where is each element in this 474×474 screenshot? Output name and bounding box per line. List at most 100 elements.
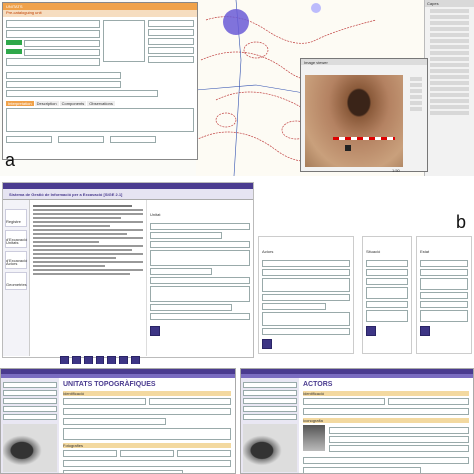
legend-row[interactable] (430, 33, 469, 37)
save-record-button[interactable] (131, 356, 140, 364)
form-field[interactable] (387, 398, 469, 405)
form-field[interactable] (63, 398, 146, 405)
card-button[interactable] (420, 326, 430, 336)
legend-row[interactable] (430, 9, 469, 13)
form-field[interactable] (366, 278, 408, 285)
form-field[interactable] (303, 398, 385, 405)
form-field[interactable] (329, 445, 469, 452)
unit-field[interactable] (58, 136, 104, 143)
unit-field[interactable] (24, 40, 100, 47)
legend-row[interactable] (430, 105, 469, 109)
form-field[interactable] (150, 241, 250, 248)
sidebar-field[interactable] (243, 390, 297, 396)
nav-item-registre[interactable]: Registre d'Excavació (5, 209, 27, 242)
unit-field[interactable] (6, 30, 100, 38)
form-field[interactable] (120, 450, 174, 457)
card-button[interactable] (366, 326, 376, 336)
unit-field[interactable] (6, 136, 52, 143)
form-field[interactable] (262, 278, 350, 292)
thumb-row[interactable] (410, 83, 422, 87)
form-field[interactable] (150, 277, 250, 284)
form-field[interactable] (420, 260, 468, 267)
form-field[interactable] (420, 269, 468, 276)
form-field[interactable] (262, 294, 350, 301)
unit-field[interactable] (110, 136, 156, 143)
sidebar-field[interactable] (243, 398, 297, 404)
sidebar-field[interactable] (243, 382, 297, 388)
legend-row[interactable] (430, 51, 469, 55)
unit-field[interactable] (148, 56, 194, 63)
form-field[interactable] (329, 427, 469, 434)
tab-description[interactable]: Description (34, 101, 59, 106)
form-field[interactable] (420, 278, 468, 290)
form-field[interactable] (303, 457, 469, 464)
first-page-button[interactable] (60, 356, 69, 364)
thumb-row[interactable] (410, 77, 422, 81)
form-field[interactable] (63, 470, 183, 473)
form-field[interactable] (366, 260, 408, 267)
legend-row[interactable] (430, 15, 469, 19)
form-field[interactable] (177, 450, 231, 457)
form-field[interactable] (366, 269, 408, 276)
form-field[interactable] (150, 286, 250, 302)
form-field[interactable] (303, 467, 422, 473)
unit-field[interactable] (6, 72, 121, 79)
form-field[interactable] (329, 436, 469, 443)
unit-field[interactable] (24, 49, 100, 56)
legend-row[interactable] (430, 75, 469, 79)
form-field[interactable] (150, 223, 250, 230)
unit-field[interactable] (148, 47, 194, 54)
thumb-row[interactable] (410, 107, 422, 111)
sidebar-field[interactable] (3, 406, 57, 412)
form-field[interactable] (150, 268, 212, 275)
add-button[interactable] (95, 356, 105, 364)
nav-item-geometries[interactable]: Geometries (5, 272, 27, 290)
legend-row[interactable] (430, 27, 469, 31)
legend-row[interactable] (430, 39, 469, 43)
sidebar-field[interactable] (243, 414, 297, 420)
form-field[interactable] (150, 313, 250, 320)
card-button[interactable] (262, 339, 272, 349)
form-field[interactable] (63, 450, 117, 457)
form-field[interactable] (420, 301, 468, 308)
form-field[interactable] (262, 303, 326, 310)
form-field[interactable] (262, 269, 350, 276)
unit-field[interactable] (6, 58, 100, 66)
unit-field[interactable] (6, 81, 121, 88)
legend-row[interactable] (430, 45, 469, 49)
form-field[interactable] (148, 398, 231, 405)
legend-row[interactable] (430, 87, 469, 91)
prev-page-button[interactable] (71, 356, 81, 364)
thumb-row[interactable] (410, 89, 422, 93)
form-field[interactable] (366, 287, 408, 299)
legend-row[interactable] (430, 81, 469, 85)
legend-row[interactable] (430, 111, 469, 115)
form-field[interactable] (150, 232, 222, 239)
form-field[interactable] (150, 304, 232, 311)
sidebar-field[interactable] (3, 414, 57, 420)
form-field[interactable] (262, 328, 350, 335)
tab-interpretation[interactable]: Interpretation (6, 101, 34, 106)
form-field[interactable] (63, 408, 231, 415)
form-field[interactable] (63, 428, 231, 440)
legend-row[interactable] (430, 93, 469, 97)
form-field[interactable] (63, 418, 166, 425)
form-field[interactable] (262, 312, 350, 326)
sidebar-field[interactable] (3, 398, 57, 404)
form-field[interactable] (262, 260, 350, 267)
form-field[interactable] (366, 301, 408, 308)
unit-field[interactable] (148, 29, 194, 36)
form-field[interactable] (420, 310, 468, 322)
unit-field[interactable] (6, 90, 159, 97)
legend-row[interactable] (430, 63, 469, 67)
tab-observations[interactable]: Observations (87, 101, 115, 106)
next-page-button[interactable] (107, 356, 117, 364)
save-button[interactable] (150, 326, 160, 336)
thumb-row[interactable] (410, 95, 422, 99)
form-field[interactable] (420, 292, 468, 299)
unit-field[interactable] (148, 38, 194, 45)
tab-components[interactable]: Components (59, 101, 87, 106)
legend-row[interactable] (430, 69, 469, 73)
form-field[interactable] (63, 460, 231, 467)
legend-row[interactable] (430, 57, 469, 61)
